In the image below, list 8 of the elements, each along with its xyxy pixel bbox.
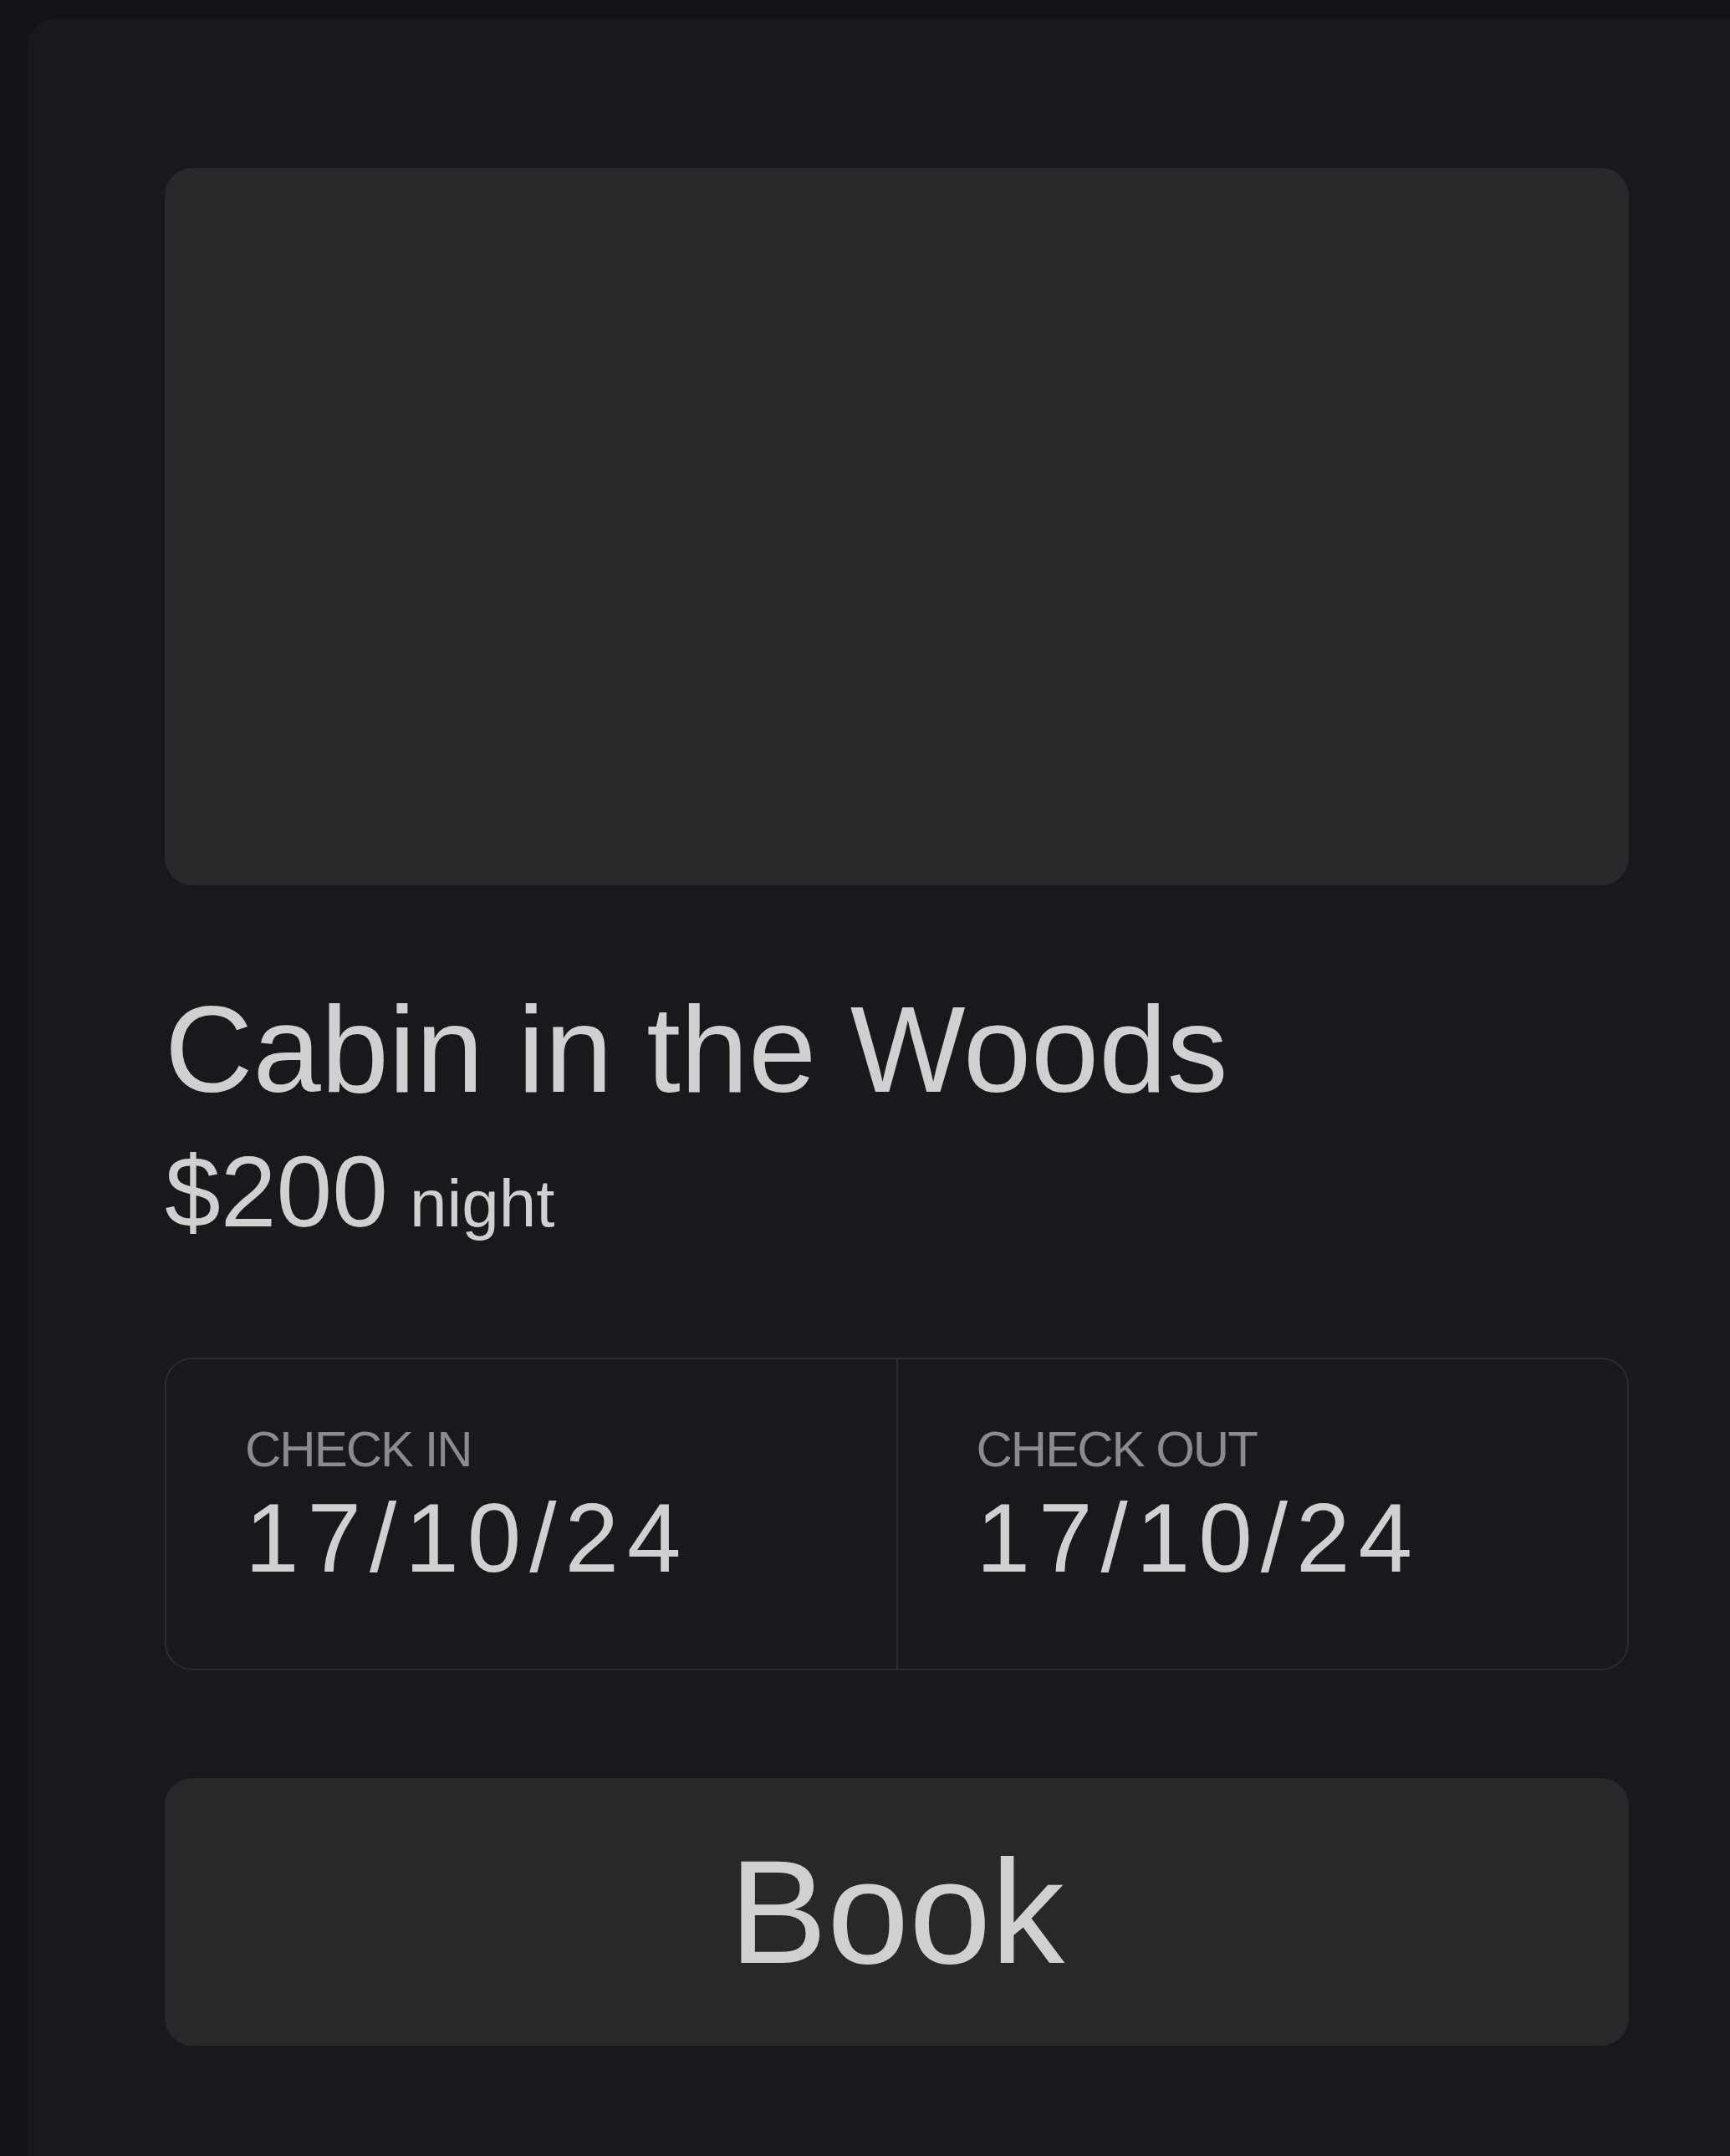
price: $200 xyxy=(165,1134,388,1249)
book-button[interactable]: Book xyxy=(165,1778,1629,2046)
listing-title: Cabin in the Woods xyxy=(165,981,1229,1119)
date-label: CHECK IN xyxy=(245,1420,472,1479)
date-label: CHECK OUT xyxy=(976,1420,1257,1479)
date-value[interactable]: 17/10/24 xyxy=(976,1480,1421,1597)
date-value[interactable]: 17/10/24 xyxy=(245,1480,690,1597)
price-unit: night xyxy=(409,1165,555,1242)
